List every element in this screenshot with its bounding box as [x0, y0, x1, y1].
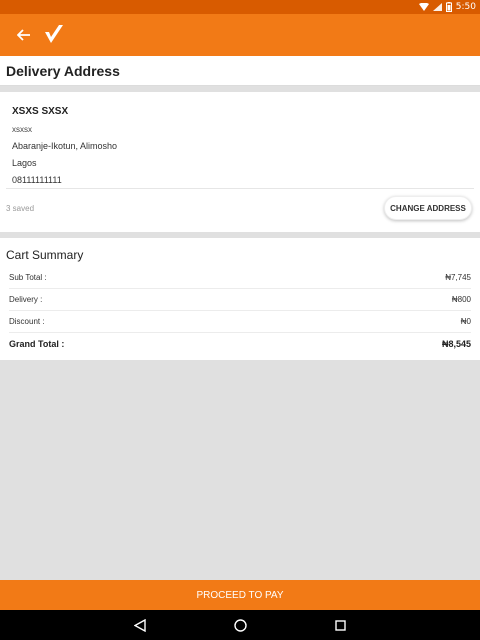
address-area: Abaranje-Ikotun, Alimosho	[12, 141, 118, 151]
subtotal-row: Sub Total : ₦7,745	[9, 267, 471, 289]
cart-summary-title: Cart Summary	[6, 248, 84, 262]
grand-total-value: ₦8,545	[441, 339, 471, 349]
app-bar	[0, 14, 480, 56]
subtotal-value: ₦7,745	[445, 273, 471, 282]
saved-addresses-count: 3 saved	[6, 204, 35, 213]
change-address-button[interactable]: CHANGE ADDRESS	[384, 196, 472, 220]
delivery-fee-row: Delivery : ₦800	[9, 289, 471, 311]
discount-value: ₦0	[460, 317, 471, 326]
address-city: Lagos	[12, 158, 37, 168]
signal-icon	[432, 3, 442, 11]
discount-row: Discount : ₦0	[9, 311, 471, 333]
status-time: 5:50	[455, 2, 476, 12]
arrow-left-icon[interactable]	[14, 25, 34, 45]
status-bar: 5:50	[0, 0, 480, 14]
system-nav-bar	[0, 610, 480, 640]
address-line-2: xsxsx	[12, 125, 32, 134]
subtotal-label: Sub Total :	[9, 273, 47, 282]
grand-total-label: Grand Total :	[9, 339, 65, 349]
nav-recents-icon[interactable]	[330, 615, 350, 635]
brand-logo	[44, 24, 66, 46]
delivery-fee-value: ₦800	[451, 295, 471, 304]
nav-home-icon[interactable]	[230, 615, 250, 635]
address-name: XSXS SXSX	[12, 106, 69, 117]
battery-icon	[445, 2, 452, 12]
wifi-icon	[418, 3, 429, 11]
delivery-fee-label: Delivery :	[9, 295, 43, 304]
cart-summary: Cart Summary Sub Total : ₦7,745 Delivery…	[0, 238, 480, 360]
proceed-to-pay-button[interactable]: PROCEED TO PAY	[0, 580, 480, 610]
delivery-address-heading: Delivery Address	[0, 56, 480, 86]
address-card: XSXS SXSX xsxsx Abaranje-Ikotun, Alimosh…	[0, 92, 480, 232]
grand-total-row: Grand Total : ₦8,545	[9, 333, 471, 355]
address-phone: 08111111111	[12, 175, 62, 185]
nav-back-icon[interactable]	[130, 615, 150, 635]
discount-label: Discount :	[9, 317, 45, 326]
divider	[6, 188, 474, 189]
